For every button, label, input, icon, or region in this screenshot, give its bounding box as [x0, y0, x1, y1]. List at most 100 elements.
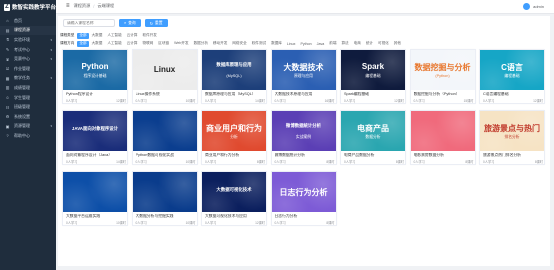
course-thumbnail[interactable]: Spark 编程基础 [341, 50, 405, 90]
breadcrumb-home[interactable]: 课程资源 [74, 3, 91, 9]
sidebar-item[interactable]: ⚗ 实验环境 ▾ [0, 35, 56, 45]
course-thumbnail[interactable]: 数据库原理与应用 (MySQL) [202, 50, 266, 90]
course-thumbnail[interactable]: 旅游景点与热门 排名分析 [480, 111, 544, 151]
avatar[interactable] [523, 3, 531, 10]
filter-option[interactable]: 数据库 [269, 41, 284, 47]
course-thumbnail[interactable] [410, 111, 475, 151]
course-title[interactable]: 大数据分析与挖掘实践 [136, 214, 196, 219]
course-card[interactable]: Python 程序设计基础 Python程序设计 0人学习 12课时 [62, 49, 128, 104]
course-thumbnail[interactable]: 微博数据统计分析 实战案例 [271, 111, 336, 151]
course-thumbnail[interactable] [132, 172, 197, 212]
course-card[interactable]: 数据挖掘与分析 (Python) 数据挖掘与分析（Python） 0人学习 15课时 [409, 49, 476, 104]
course-card[interactable]: 电商产品 数据分析 电商产品数据分析 0人学习 8课时 [340, 110, 406, 165]
search-button[interactable]: ⌕ 查询 [119, 19, 141, 27]
user-name[interactable]: admin [533, 4, 544, 9]
course-card[interactable]: 微博数据统计分析 实战案例 微博数据统计分析 0人学习 8课时 [270, 110, 337, 165]
course-title[interactable]: 大数据技术原理与应用 [275, 92, 335, 97]
filter-option[interactable]: 电商 [352, 41, 363, 47]
reset-button[interactable]: ↻ 重置 [144, 19, 168, 27]
course-title[interactable]: 电商产品数据分析 [344, 153, 404, 158]
course-title[interactable]: Python程序设计 [66, 92, 126, 97]
filter-option[interactable]: 软件测试 [250, 41, 268, 47]
course-card[interactable]: Python数据可视化实战 0人学习 10课时 [131, 110, 198, 165]
course-title[interactable]: Linux操作系统 [136, 92, 196, 97]
course-thumbnail[interactable]: Python 程序设计基础 [63, 50, 127, 90]
course-title[interactable]: C语言编程基础 [483, 92, 543, 97]
filter-option[interactable]: 其他 [392, 41, 403, 47]
filter-option[interactable]: Python [298, 41, 313, 46]
course-thumbnail[interactable]: 大数据可视化技术 [202, 172, 266, 212]
filter-option[interactable]: 区块链 [156, 41, 171, 47]
filter-option[interactable]: 云计算 [125, 33, 140, 39]
filter-option[interactable]: 可视化 [376, 41, 391, 47]
course-card[interactable]: 电影票房数据分析 0人学习 8课时 [409, 110, 476, 165]
course-thumbnail[interactable]: C语言 编程基础 [480, 50, 544, 90]
course-title[interactable]: 数据挖掘与分析（Python） [414, 92, 474, 97]
course-card[interactable]: 大数据可视化技术 大数据可视化技术与应用 0人学习 12课时 [201, 171, 267, 226]
sidebar-item[interactable]: ☺ 学生管理 [0, 93, 56, 103]
filter-option[interactable]: 全部 [77, 40, 89, 47]
search-input[interactable] [63, 19, 115, 27]
filter-option[interactable]: Linux [285, 41, 298, 46]
course-title[interactable]: Python数据可视化实战 [136, 153, 196, 158]
course-card[interactable]: 旅游景点与热门 排名分析 旅游景点热门排名分析 0人学习 8课时 [479, 110, 545, 165]
course-card[interactable]: 大数据分析与挖掘实践 0人学习 10课时 [131, 171, 198, 226]
filter-option[interactable]: 移动开发 [211, 41, 229, 47]
course-card[interactable]: Spark 编程基础 Spark编程基础 0人学习 12课时 [340, 49, 406, 104]
filter-option[interactable]: 软件开发 [141, 33, 159, 39]
filter-option[interactable]: 人工智能 [105, 33, 123, 39]
sidebar-item[interactable]: ▤ 课程资源 [0, 25, 56, 36]
course-card[interactable]: 大数据技术 原理与应用 大数据技术原理与应用 0人学习 16课时 [270, 49, 337, 104]
course-thumbnail[interactable]: Linux [132, 50, 197, 90]
filter-option[interactable]: 物联网 [141, 41, 156, 47]
course-card[interactable]: 大数据平台运维实践 0人学习 10课时 [62, 171, 128, 226]
filter-option[interactable]: 大数据 [90, 41, 105, 47]
course-card[interactable]: Linux Linux操作系统 0人学习 10课时 [131, 49, 198, 104]
user-menu[interactable]: admin [523, 3, 544, 10]
filter-option[interactable]: 大数据 [90, 33, 105, 39]
course-card[interactable]: 日志行为分析 日志行为分析 0人学习 8课时 [270, 171, 337, 226]
sidebar-item[interactable]: ▣ 资源管理 ▾ [0, 122, 56, 132]
course-title[interactable]: 商业用户和行为分析 [205, 153, 265, 158]
course-thumbnail[interactable]: 商业用户和行为 分析 [202, 111, 266, 151]
filter-option[interactable]: 人工智能 [105, 41, 123, 47]
sidebar-item[interactable]: ⌂ 首页 [0, 16, 56, 26]
course-title[interactable]: 面向对象程序设计（Java） [66, 153, 126, 158]
filter-option[interactable]: 数据分析 [192, 41, 210, 47]
sidebar-item[interactable]: ✎ 考试中心 ▾ [0, 45, 56, 55]
sidebar-item[interactable]: ☷ 班级管理 [0, 102, 56, 112]
filter-option[interactable]: Web开发 [172, 41, 191, 47]
course-thumbnail[interactable]: JAVA面向对象程序设计 [63, 111, 127, 151]
logo[interactable]: Z 数智实践教学平台 [0, 0, 56, 14]
menu-icon[interactable]: ≡ [66, 3, 70, 9]
filter-option[interactable]: 算法 [339, 41, 350, 47]
course-card[interactable]: C语言 编程基础 C语言编程基础 0人学习 12课时 [479, 49, 545, 104]
course-thumbnail[interactable] [132, 111, 197, 151]
filter-option[interactable]: 网络安全 [230, 41, 248, 47]
course-thumbnail[interactable]: 日志行为分析 [271, 172, 336, 212]
course-thumbnail[interactable] [63, 172, 127, 212]
sidebar-item[interactable]: ♛ 竞赛中心 ▾ [0, 54, 56, 64]
course-thumbnail[interactable]: 电商产品 数据分析 [341, 111, 405, 151]
course-title[interactable]: 旅游景点热门排名分析 [483, 153, 543, 158]
course-title[interactable]: 大数据可视化技术与应用 [205, 214, 265, 219]
course-title[interactable]: 微博数据统计分析 [275, 153, 335, 158]
filter-option[interactable]: 统计 [364, 41, 375, 47]
sidebar-item[interactable]: ? 帮助中心 [0, 131, 56, 141]
filter-option[interactable]: 全部 [77, 32, 89, 39]
course-title[interactable]: 大数据平台运维实践 [66, 214, 126, 219]
sidebar-item[interactable]: ☑ 作业管理 [0, 64, 56, 74]
filter-option[interactable]: 前端 [327, 41, 338, 47]
sidebar-item[interactable]: ▦ 教学任务 ▾ [0, 74, 56, 84]
course-thumbnail[interactable]: 数据挖掘与分析 (Python) [410, 50, 475, 90]
course-thumbnail[interactable]: 大数据技术 原理与应用 [271, 50, 336, 90]
course-card[interactable]: 数据库原理与应用 (MySQL) 数据库原理与应用（MySQL） 0人学习 14课时 [201, 49, 267, 104]
sidebar-item[interactable]: ▥ 成绩管理 [0, 83, 56, 93]
course-card[interactable]: 商业用户和行为 分析 商业用户和行为分析 0人学习 8课时 [201, 110, 267, 165]
course-card[interactable]: JAVA面向对象程序设计 面向对象程序设计（Java） 0人学习 14课时 [62, 110, 128, 165]
sidebar-item[interactable]: ⚙ 系统设置 [0, 112, 56, 122]
course-title[interactable]: 日志行为分析 [275, 214, 335, 219]
course-title[interactable]: Spark编程基础 [344, 92, 404, 97]
filter-option[interactable]: 云计算 [125, 41, 140, 47]
filter-option[interactable]: Java [315, 41, 327, 46]
